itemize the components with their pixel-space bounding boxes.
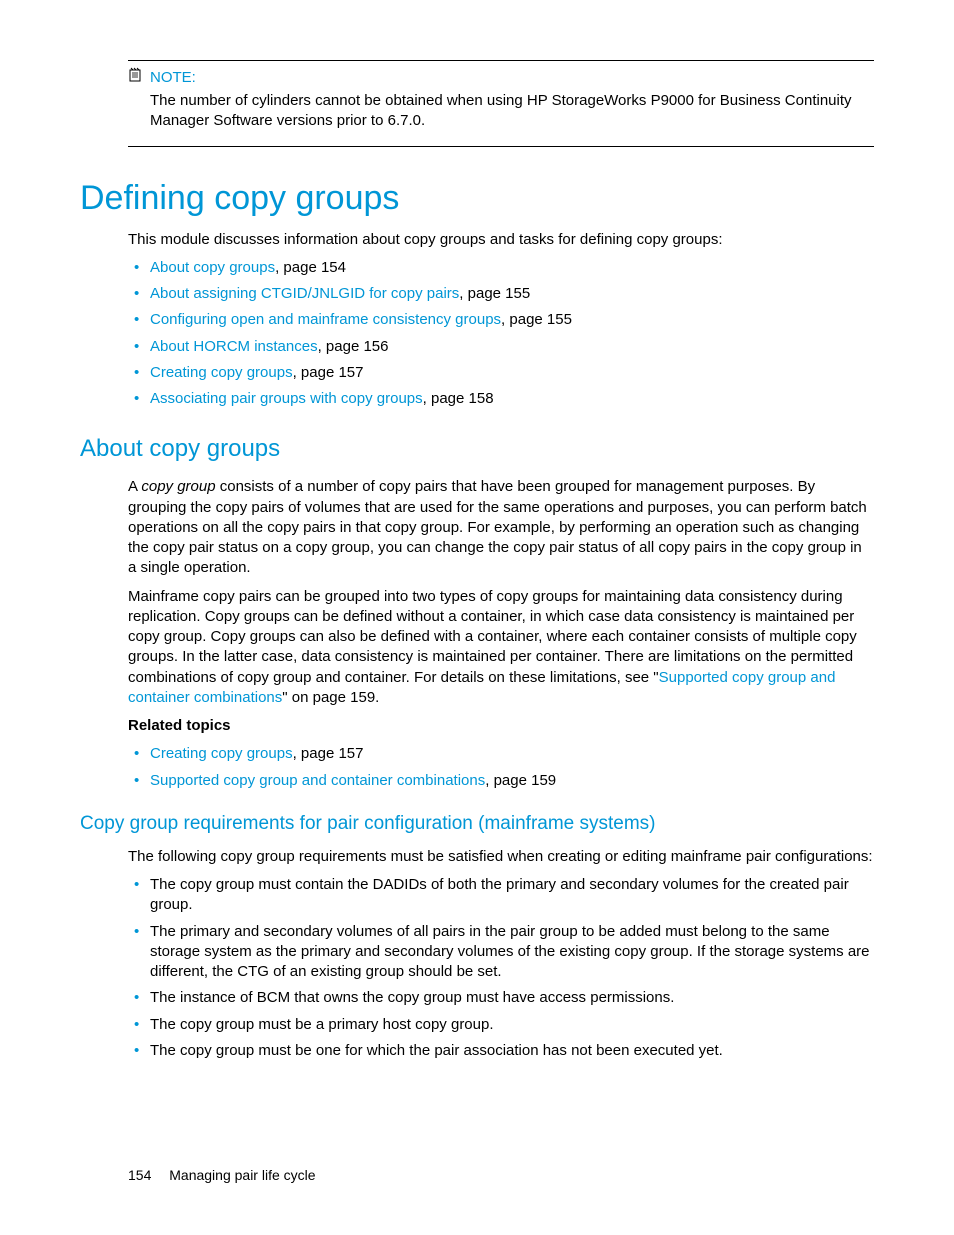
note-icon (128, 67, 144, 87)
text: consists of a number of copy pairs that … (128, 478, 867, 576)
text: A (128, 478, 141, 495)
list-item: About HORCM instances, page 156 (128, 337, 874, 357)
heading-about-copy-groups: About copy groups (80, 435, 874, 463)
req-intro: The following copy group requirements mu… (128, 847, 874, 867)
req-list: The copy group must contain the DADIDs o… (128, 875, 874, 1061)
toc-suffix: , page 154 (275, 259, 346, 276)
list-item: About assigning CTGID/JNLGID for copy pa… (128, 284, 874, 304)
toc-suffix: , page 155 (459, 285, 530, 302)
toc-link[interactable]: About HORCM instances (150, 338, 318, 355)
related-link[interactable]: Creating copy groups (150, 745, 293, 762)
about-paragraph-1: A copy group consists of a number of cop… (128, 477, 874, 578)
list-item: The copy group must contain the DADIDs o… (128, 875, 874, 916)
heading-defining-copy-groups: Defining copy groups (80, 179, 874, 218)
note-header: NOTE: (128, 67, 874, 87)
page-footer: 154 Managing pair life cycle (128, 1167, 316, 1183)
toc-link[interactable]: Creating copy groups (150, 364, 293, 381)
toc-list: About copy groups, page 154 About assign… (128, 258, 874, 410)
list-item: About copy groups, page 154 (128, 258, 874, 278)
list-item: Associating pair groups with copy groups… (128, 389, 874, 409)
toc-suffix: , page 158 (423, 390, 494, 407)
toc-link[interactable]: Associating pair groups with copy groups (150, 390, 423, 407)
related-suffix: , page 159 (485, 772, 556, 789)
footer-title: Managing pair life cycle (169, 1167, 315, 1183)
note-label: NOTE: (150, 69, 196, 86)
list-item: Creating copy groups, page 157 (128, 744, 874, 764)
toc-link[interactable]: Configuring open and mainframe consisten… (150, 311, 501, 328)
related-link[interactable]: Supported copy group and container combi… (150, 772, 485, 789)
note-box: NOTE: The number of cylinders cannot be … (128, 60, 874, 147)
about-paragraph-2: Mainframe copy pairs can be grouped into… (128, 587, 874, 709)
em-copy-group: copy group (141, 478, 215, 495)
toc-suffix: , page 156 (318, 338, 389, 355)
heading-copy-group-requirements: Copy group requirements for pair configu… (80, 813, 874, 835)
note-body: The number of cylinders cannot be obtain… (150, 91, 874, 132)
page-number: 154 (128, 1167, 151, 1183)
list-item: Creating copy groups, page 157 (128, 363, 874, 383)
toc-suffix: , page 157 (293, 364, 364, 381)
list-item: Configuring open and mainframe consisten… (128, 310, 874, 330)
intro-paragraph: This module discusses information about … (128, 230, 874, 250)
list-item: The copy group must be a primary host co… (128, 1015, 874, 1035)
toc-link[interactable]: About assigning CTGID/JNLGID for copy pa… (150, 285, 459, 302)
list-item: The primary and secondary volumes of all… (128, 922, 874, 983)
toc-suffix: , page 155 (501, 311, 572, 328)
list-item: Supported copy group and container combi… (128, 771, 874, 791)
list-item: The copy group must be one for which the… (128, 1041, 874, 1061)
related-list: Creating copy groups, page 157 Supported… (128, 744, 874, 791)
list-item: The instance of BCM that owns the copy g… (128, 988, 874, 1008)
related-suffix: , page 157 (293, 745, 364, 762)
related-topics-label: Related topics (128, 716, 874, 736)
toc-link[interactable]: About copy groups (150, 259, 275, 276)
text: " on page 159. (282, 689, 379, 706)
